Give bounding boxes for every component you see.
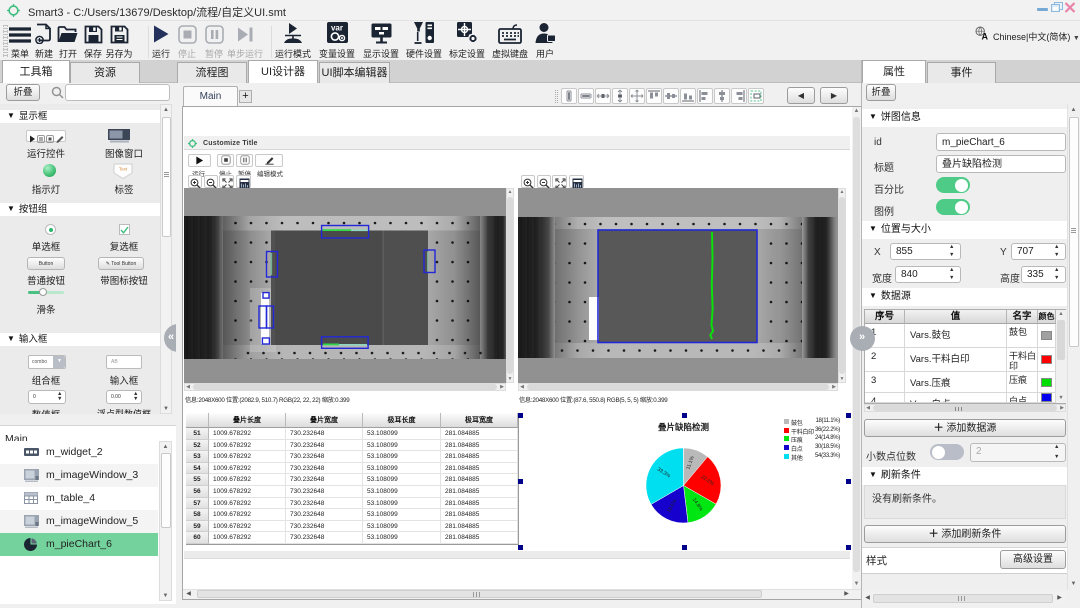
svg-text:A: A <box>982 32 989 41</box>
svg-text:Text: Text <box>119 167 128 172</box>
svg-text:var: var <box>330 24 342 33</box>
